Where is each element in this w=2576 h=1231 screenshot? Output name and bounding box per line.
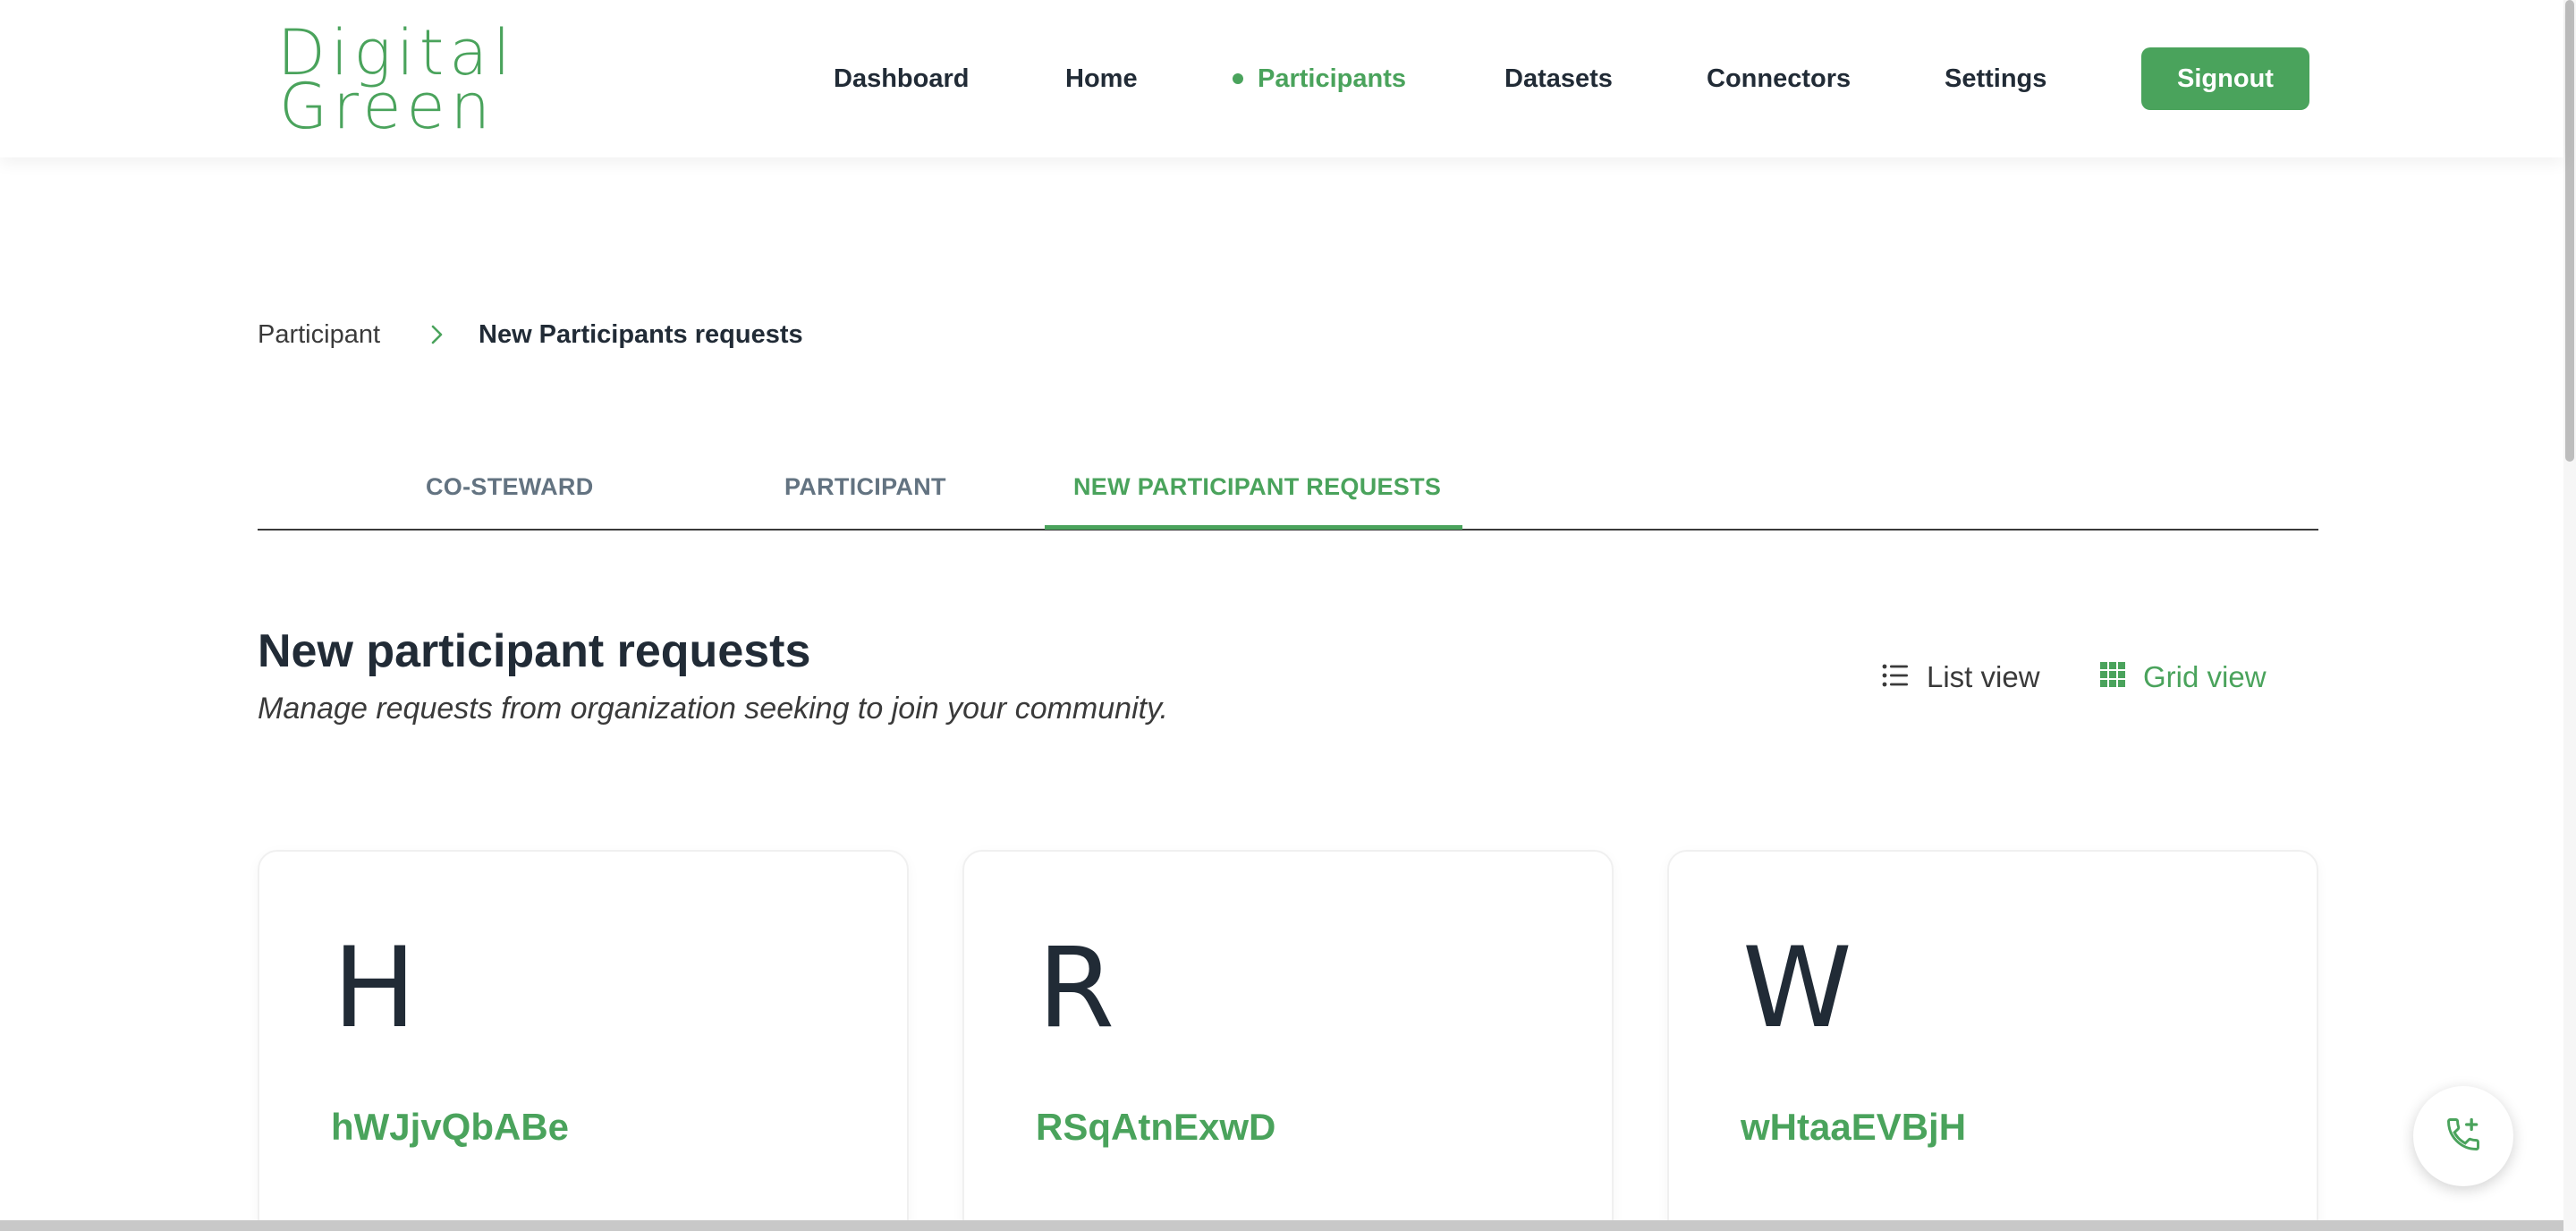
nav-home[interactable]: Home — [1065, 59, 1138, 98]
chevron-right-icon — [426, 318, 449, 351]
page-title: New participant requests — [258, 625, 811, 677]
grid-icon — [2100, 660, 2143, 694]
card-organization-name: wHtaaEVBjH — [1741, 1106, 1967, 1148]
nav-active-indicator — [1233, 73, 1243, 84]
card-organization-name: hWJjvQbABe — [331, 1106, 570, 1148]
tab-participant[interactable]: PARTICIPANT — [784, 468, 946, 505]
grid-view-label: Grid view — [2143, 660, 2267, 693]
horizontal-scrollbar[interactable] — [0, 1220, 2563, 1231]
page-subtitle: Manage requests from organization seekin… — [258, 692, 1168, 726]
card-initial: W — [1742, 924, 1852, 1053]
signout-button[interactable]: Signout — [2141, 47, 2309, 110]
card-organization-name: RSqAtnExwD — [1036, 1106, 1276, 1148]
card-initial: H — [333, 924, 417, 1053]
breadcrumb-current: New Participants requests — [479, 320, 803, 349]
card-initial: R — [1038, 924, 1115, 1053]
list-view-label: List view — [1927, 660, 2040, 693]
list-icon — [1882, 660, 1927, 694]
top-header: Digital Green Dashboard Home Participant… — [0, 0, 2563, 157]
brand-logo-line2: Green — [279, 70, 496, 143]
participant-request-card[interactable]: R RSqAtnExwD — [962, 850, 1614, 1231]
nav-settings[interactable]: Settings — [1945, 59, 2046, 98]
active-tab-indicator — [1045, 525, 1462, 530]
grid-view-toggle[interactable]: Grid view — [2100, 657, 2267, 698]
phone-add-icon — [2444, 1115, 2483, 1159]
participant-request-card[interactable]: W wHtaaEVBjH — [1667, 850, 2318, 1231]
tab-co-steward[interactable]: CO-STEWARD — [426, 468, 594, 505]
tab-new-participant-requests[interactable]: NEW PARTICIPANT REQUESTS — [1073, 468, 1441, 505]
nav-participants[interactable]: Participants — [1258, 59, 1406, 98]
breadcrumb-parent[interactable]: Participant — [258, 318, 380, 351]
nav-dashboard[interactable]: Dashboard — [834, 59, 969, 98]
brand-logo[interactable]: Digital Green — [277, 21, 555, 138]
nav-connectors[interactable]: Connectors — [1707, 59, 1851, 98]
vertical-scrollbar-thumb[interactable] — [2565, 0, 2574, 462]
participant-request-card[interactable]: H hWJjvQbABe — [258, 850, 909, 1231]
call-support-button[interactable] — [2413, 1086, 2513, 1186]
list-view-toggle[interactable]: List view — [1882, 657, 2040, 698]
nav-datasets[interactable]: Datasets — [1504, 59, 1613, 98]
